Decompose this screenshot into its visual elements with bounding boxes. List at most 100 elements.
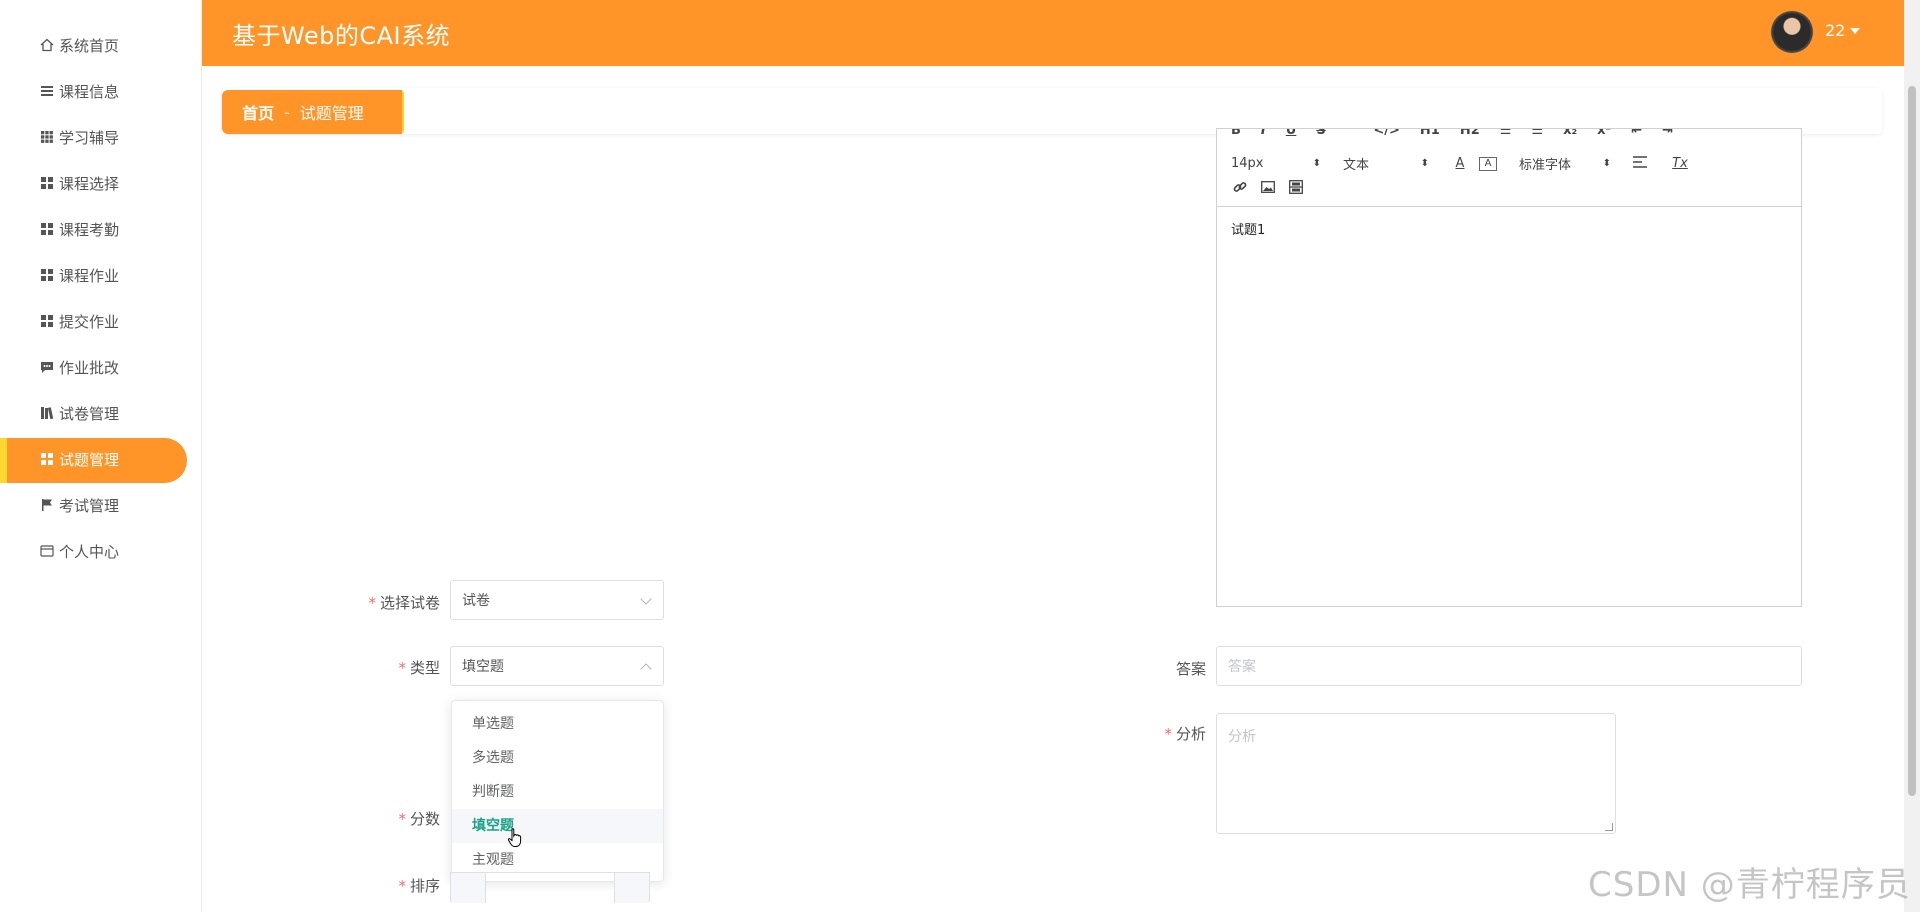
type-label: * 类型 — [352, 657, 440, 678]
sidebar-item-label: 提交作业 — [59, 312, 120, 331]
sidebar-item-label: 课程考勤 — [59, 220, 120, 239]
required-marker: * — [1164, 725, 1172, 743]
required-marker: * — [398, 659, 406, 677]
apps-icon — [40, 268, 54, 282]
breadcrumb-home[interactable]: 首页 — [242, 100, 274, 124]
increase-button[interactable] — [614, 873, 649, 903]
sidebar-item-paper-management[interactable]: 试卷管理 — [0, 390, 201, 436]
type-option[interactable]: 多选题 — [452, 741, 663, 775]
type-option[interactable]: 判断题 — [452, 775, 663, 809]
quote-icon[interactable]: ❞ — [1346, 129, 1354, 143]
sidebar-item-tutoring[interactable]: 学习辅导 — [0, 114, 201, 160]
sidebar-item-homework[interactable]: 课程作业 — [0, 252, 201, 298]
sidebar-item-course-info[interactable]: 课程信息 — [0, 68, 201, 114]
sidebar-item-course-select[interactable]: 课程选择 — [0, 160, 201, 206]
answer-label-text: 答案 — [1175, 660, 1206, 678]
scrollbar-thumb[interactable] — [1908, 86, 1916, 796]
align-icon[interactable] — [1631, 155, 1649, 172]
font-size-select[interactable]: 14px ⬍ — [1231, 156, 1321, 171]
type-option[interactable]: 单选题 — [452, 707, 663, 741]
analysis-label: * 分析 — [1100, 723, 1206, 744]
h2-icon[interactable]: H2 — [1460, 129, 1480, 143]
score-label: * 分数 — [352, 808, 440, 829]
page-scrollbar[interactable] — [1904, 0, 1920, 912]
app-title: 基于Web的CAI系统 — [232, 22, 451, 50]
sidebar-item-exam-management[interactable]: 考试管理 — [0, 482, 201, 528]
updown-icon: ⬍ — [1420, 158, 1429, 169]
underline-icon[interactable]: U — [1286, 129, 1297, 143]
bullet-list-icon[interactable]: ☰ — [1531, 129, 1543, 143]
question-editor: B I U S ❞ </> H1 H2 ☰ ☰ x₂ x² ⇤ ⇥ 14px ⬍… — [1216, 128, 1802, 607]
font-color-icon[interactable]: A — [1451, 156, 1469, 171]
analysis-label-text: 分析 — [1175, 725, 1206, 743]
decrease-button[interactable] — [451, 873, 486, 903]
sidebar-item-label: 考试管理 — [59, 496, 120, 515]
strike-icon[interactable]: S — [1316, 129, 1325, 143]
block-format-select[interactable]: 文本 ⬍ — [1343, 154, 1429, 173]
outdent-icon[interactable]: ⇤ — [1631, 129, 1642, 143]
clear-format-icon[interactable]: Tx — [1671, 156, 1689, 171]
avatar[interactable] — [1771, 11, 1813, 53]
paper-select-value: 试卷 — [462, 593, 490, 609]
paper-select[interactable]: 试卷 — [450, 580, 664, 620]
sidebar-item-home[interactable]: 系统首页 — [0, 22, 201, 68]
caret-down-icon[interactable] — [1850, 28, 1860, 34]
top-header: 基于Web的CAI系统 22 — [202, 0, 1904, 66]
sidebar-item-label: 课程选择 — [59, 174, 120, 193]
sidebar-item-label: 试卷管理 — [59, 404, 120, 423]
editor-content[interactable]: 试题1 — [1217, 207, 1801, 250]
h1-icon[interactable]: H1 — [1420, 129, 1440, 143]
toolbar-row-media — [1231, 179, 1305, 195]
sidebar-item-submit-homework[interactable]: 提交作业 — [0, 298, 201, 344]
type-dropdown: 单选题 多选题 判断题 填空题 主观题 — [451, 700, 664, 882]
toolbar-row-formatting: B I U S ❞ </> H1 H2 ☰ ☰ x₂ x² ⇤ ⇥ — [1231, 129, 1673, 143]
paper-label-text: 选择试卷 — [379, 594, 440, 612]
required-marker: * — [398, 877, 406, 895]
type-select[interactable]: 填空题 — [450, 646, 664, 686]
order-stepper[interactable] — [450, 872, 650, 903]
video-icon[interactable] — [1287, 179, 1305, 195]
bold-icon[interactable]: B — [1231, 129, 1241, 143]
breadcrumb: 首页 - 试题管理 — [222, 90, 402, 134]
code-icon[interactable]: </> — [1373, 129, 1400, 143]
subscript-icon[interactable]: x₂ — [1563, 129, 1577, 143]
analysis-textarea[interactable]: 分析 — [1216, 713, 1616, 834]
sidebar-item-label: 系统首页 — [59, 36, 120, 55]
required-marker: * — [368, 594, 376, 612]
superscript-icon[interactable]: x² — [1597, 129, 1611, 143]
type-select-value: 填空题 — [462, 659, 504, 675]
score-label-text: 分数 — [409, 810, 440, 828]
sidebar-item-attendance[interactable]: 课程考勤 — [0, 206, 201, 252]
sidebar-item-profile[interactable]: 个人中心 — [0, 528, 201, 574]
image-icon[interactable] — [1259, 179, 1277, 195]
order-label: * 排序 — [352, 875, 440, 896]
apps-icon — [40, 222, 54, 236]
comment-icon — [40, 360, 54, 374]
type-label-text: 类型 — [409, 659, 440, 677]
sidebar-item-question-management[interactable]: 试题管理 — [0, 436, 201, 483]
paper-label: * 选择试卷 — [352, 592, 440, 613]
sidebar-item-grading[interactable]: 作业批改 — [0, 344, 201, 390]
type-option-selected[interactable]: 填空题 — [452, 809, 663, 843]
list-icon — [40, 84, 54, 98]
chevron-down-icon — [640, 593, 652, 605]
ordered-list-icon[interactable]: ☰ — [1500, 129, 1512, 143]
background-color-icon[interactable]: A — [1479, 156, 1497, 171]
order-label-text: 排序 — [409, 877, 440, 895]
flag-icon — [40, 498, 54, 512]
home-icon — [40, 38, 54, 52]
sidebar-item-label: 个人中心 — [59, 542, 120, 561]
italic-icon[interactable]: I — [1261, 129, 1266, 143]
font-family-select[interactable]: 标准字体 ⬍ — [1519, 154, 1611, 173]
font-family-value: 标准字体 — [1519, 158, 1572, 173]
username[interactable]: 22 — [1825, 21, 1845, 40]
answer-input[interactable]: 答案 — [1216, 646, 1802, 686]
required-marker: * — [398, 810, 406, 828]
link-icon[interactable] — [1231, 179, 1249, 195]
sidebar-item-label: 课程作业 — [59, 266, 120, 285]
chevron-up-icon — [640, 663, 652, 675]
indent-icon[interactable]: ⇥ — [1662, 129, 1673, 143]
resize-handle[interactable] — [1605, 823, 1613, 831]
sidebar-item-label: 作业批改 — [59, 358, 120, 377]
watermark: CSDN @青柠程序员 — [1588, 865, 1911, 905]
